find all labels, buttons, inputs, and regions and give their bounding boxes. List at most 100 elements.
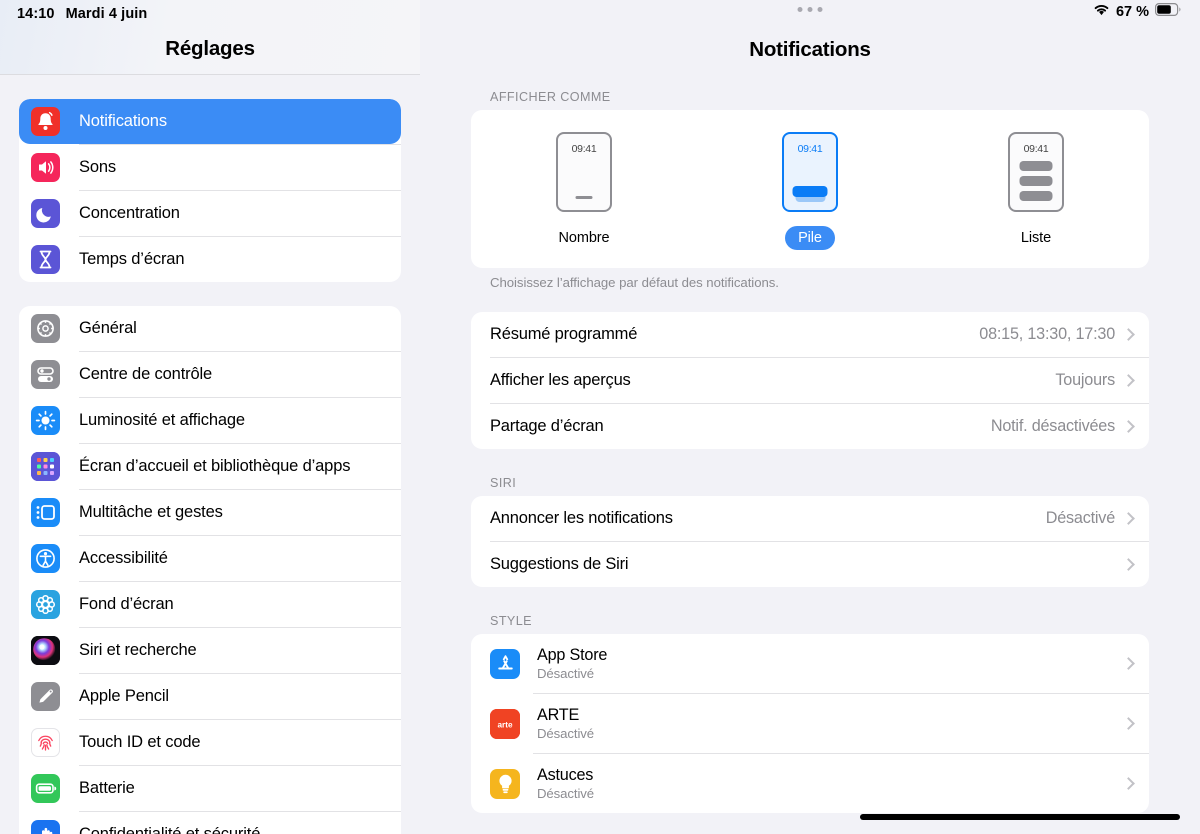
display-option-label: Pile <box>785 226 835 250</box>
phone-preview-list[interactable]: 09:41 <box>1008 132 1064 212</box>
hand-raised-icon <box>31 820 60 834</box>
display-as-footer: Choisissez l’affichage par défaut des no… <box>490 275 779 290</box>
sidebar-item-concentration[interactable]: Concentration <box>19 191 401 236</box>
chevron-right-icon <box>1122 777 1135 790</box>
preview-count-badge <box>575 195 593 199</box>
siri-icon <box>31 636 60 665</box>
preview-clock: 09:41 <box>571 143 597 155</box>
speaker-icon <box>31 153 60 182</box>
sidebar-item-touch-id-et-code[interactable]: Touch ID et code <box>19 720 401 765</box>
fingerprint-icon <box>31 728 60 757</box>
multitask-handle-icon[interactable] <box>797 7 823 12</box>
home-indicator <box>860 814 1180 820</box>
chevron-right-icon <box>1122 558 1135 571</box>
page-title: Notifications <box>749 38 871 61</box>
bell-icon <box>31 107 60 136</box>
chevron-right-icon <box>1122 717 1135 730</box>
sidebar-item-notifications[interactable]: Notifications <box>19 99 401 144</box>
row-label: Suggestions de Siri <box>490 555 629 573</box>
sidebar-item-label: Sons <box>79 158 117 176</box>
sidebar-item-label: Apple Pencil <box>79 687 169 705</box>
section-header-siri: SIRI <box>490 476 517 490</box>
sidebar-item-label: Confidentialité et sécurité <box>79 825 261 834</box>
display-as-picker[interactable]: 09:41 Nombre 09:41 Pile 09:41 Liste <box>471 110 1149 268</box>
sidebar-item-multit-che-et-gestes[interactable]: Multitâche et gestes <box>19 490 401 535</box>
settings-row[interactable]: Suggestions de Siri <box>471 542 1149 587</box>
sidebar-item-label: Concentration <box>79 204 180 222</box>
multitasking-icon <box>31 498 60 527</box>
display-option-pile[interactable]: 09:41 Pile <box>697 132 923 250</box>
preview-clock: 09:41 <box>1023 143 1049 155</box>
battery-icon <box>31 774 60 803</box>
app-notification-row[interactable]: arte ARTE Désactivé <box>471 694 1149 753</box>
app-name: App Store <box>537 646 608 664</box>
main-scroll-area[interactable]: AFFICHER COMME 09:41 Nombre 09:41 Pile 09:41… <box>420 90 1200 834</box>
phone-preview-stack[interactable]: 09:41 <box>782 132 838 212</box>
wifi-icon <box>1093 3 1110 20</box>
sidebar-item-label: Centre de contrôle <box>79 365 213 383</box>
sidebar-item-label: Multitâche et gestes <box>79 503 223 521</box>
sidebar-item-centre-de-contr-le[interactable]: Centre de contrôle <box>19 352 401 397</box>
app-status: Désactivé <box>537 726 595 741</box>
sidebar-item-label: Siri et recherche <box>79 641 197 659</box>
status-bar-right: 67 % <box>1093 3 1182 20</box>
app-status: Désactivé <box>537 786 595 801</box>
display-option-label: Nombre <box>558 230 610 246</box>
status-bar-date: Mardi 4 juin <box>65 6 148 22</box>
svg-text:arte: arte <box>497 720 512 729</box>
sidebar-group-2: Général Centre de contrôle Luminosité et a… <box>19 306 401 834</box>
sidebar-item-cran-d-accueil-et-biblioth-que-d-apps[interactable]: Écran d’accueil et bibliothèque d’apps <box>19 444 401 489</box>
preview-clock: 09:41 <box>797 143 823 155</box>
sidebar-header: 14:10 Mardi 4 juin Réglages <box>0 0 420 75</box>
hourglass-icon <box>31 245 60 274</box>
sidebar-item-temps-d-cran[interactable]: Temps d’écran <box>19 237 401 282</box>
notification-general-card: Résumé programmé 08:15, 13:30, 17:30 Affic… <box>471 312 1149 449</box>
sidebar-item-confidentialit-et-s-curit[interactable]: Confidentialité et sécurité <box>19 812 401 834</box>
sidebar-item-label: Accessibilité <box>79 549 168 567</box>
sidebar-item-label: Touch ID et code <box>79 733 201 751</box>
sidebar-item-luminosit-et-affichage[interactable]: Luminosité et affichage <box>19 398 401 443</box>
sidebar-item-batterie[interactable]: Batterie <box>19 766 401 811</box>
preview-list-rows <box>1019 161 1053 206</box>
settings-row[interactable]: Partage d’écran Notif. désactivées <box>471 404 1149 449</box>
sidebar-item-accessibilit[interactable]: Accessibilité <box>19 536 401 581</box>
accessibility-icon <box>31 544 60 573</box>
preview-stack-cards <box>792 186 828 202</box>
app-name: ARTE <box>537 706 580 724</box>
app-notification-row[interactable]: App Store Désactivé <box>471 634 1149 693</box>
sidebar-title: Réglages <box>165 37 255 60</box>
notifications-detail-pane: 67 % Notifications AFFICHER COMME 09:41 N… <box>420 0 1200 834</box>
display-option-liste[interactable]: 09:41 Liste <box>923 132 1149 250</box>
tips-lightbulb-icon <box>490 768 520 799</box>
display-option-nombre[interactable]: 09:41 Nombre <box>471 132 697 250</box>
sidebar-item-g-n-ral[interactable]: Général <box>19 306 401 351</box>
sidebar-item-siri-et-recherche[interactable]: Siri et recherche <box>19 628 401 673</box>
sidebar-item-label: Batterie <box>79 779 135 797</box>
settings-row[interactable]: Afficher les aperçus Toujours <box>471 358 1149 403</box>
sidebar-scroll-area[interactable]: Notifications Sons Concentration Temps d’éc… <box>0 75 420 834</box>
app-notification-row[interactable]: Astuces Désactivé <box>471 754 1149 813</box>
phone-preview-count[interactable]: 09:41 <box>556 132 612 212</box>
row-label: Résumé programmé <box>490 325 638 343</box>
wallpaper-flower-icon <box>31 590 60 619</box>
chevron-right-icon <box>1122 374 1135 387</box>
chevron-right-icon <box>1122 420 1135 433</box>
settings-row[interactable]: Résumé programmé 08:15, 13:30, 17:30 <box>471 312 1149 357</box>
ipad-settings-screen: 14:10 Mardi 4 juin Réglages Notification… <box>0 0 1200 834</box>
app-store-icon <box>490 648 520 679</box>
row-value: 08:15, 13:30, 17:30 <box>979 325 1115 343</box>
section-header-display-as: AFFICHER COMME <box>490 90 611 104</box>
sidebar-item-label: Écran d’accueil et bibliothèque d’apps <box>79 457 351 475</box>
settings-row[interactable]: Annoncer les notifications Désactivé <box>471 496 1149 541</box>
sidebar-item-sons[interactable]: Sons <box>19 145 401 190</box>
row-label: Partage d’écran <box>490 417 604 435</box>
row-label: Afficher les aperçus <box>490 371 631 389</box>
sidebar-item-label: Luminosité et affichage <box>79 411 245 429</box>
brightness-icon <box>31 406 60 435</box>
sidebar-item-label: Fond d’écran <box>79 595 174 613</box>
status-bar-time: 14:10 <box>17 6 55 22</box>
sidebar-item-fond-d-cran[interactable]: Fond d’écran <box>19 582 401 627</box>
app-text-block: ARTE Désactivé <box>537 706 594 741</box>
chevron-right-icon <box>1122 328 1135 341</box>
sidebar-item-apple-pencil[interactable]: Apple Pencil <box>19 674 401 719</box>
